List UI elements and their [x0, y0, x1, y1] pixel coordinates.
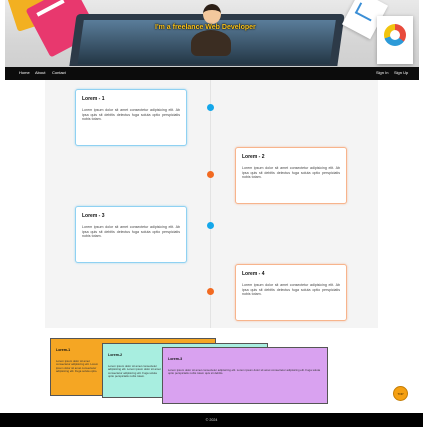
scroll-to-top-label: TOP [397, 391, 404, 396]
timeline-card-title: Lorem - 3 [82, 213, 105, 219]
stack-card-text: Lorem ipsum dolor sit amet consectetur a… [108, 364, 161, 379]
stack-card-violet[interactable]: Lorem-3 Lorem ipsum dolor sit amet conse… [162, 347, 328, 404]
stacked-cards-section: Lorem-1 Lorem ipsum dolor sit amet conse… [45, 328, 378, 412]
timeline-dot [207, 104, 214, 111]
hero-tagline: I'm a freelance Web Developer [155, 24, 256, 31]
footer-copyright: © 2024 [205, 418, 218, 422]
timeline-card-text: Lorem ipsum dolor sit amet consectetur a… [242, 166, 340, 180]
stack-card-title: Lorem-3 [168, 357, 183, 361]
timeline-card: Lorem - 1 Lorem ipsum dolor sit amet con… [75, 89, 187, 146]
scroll-to-top-button[interactable]: TOP [393, 386, 408, 401]
stack-card-text: Lorem ipsum dolor sit amet consectetur a… [168, 368, 321, 376]
hero-banner: I'm a freelance Web Developer [5, 0, 419, 67]
timeline-dot [207, 222, 214, 229]
timeline-card-title: Lorem - 1 [82, 96, 105, 102]
timeline-card-text: Lorem ipsum dolor sit amet consectetur a… [82, 108, 180, 122]
nav-sign-in-link[interactable]: Sign In [376, 70, 388, 75]
timeline-card-title: Lorem - 4 [242, 271, 265, 277]
plant-illustration [191, 30, 231, 56]
timeline-card-text: Lorem ipsum dolor sit amet consectetur a… [242, 283, 340, 297]
timeline-dot [207, 288, 214, 295]
nav-home-link[interactable]: Home [19, 70, 30, 75]
top-navbar: Home About Contact Sign In Sign Up [5, 67, 419, 80]
nav-contact-link[interactable]: Contact [52, 70, 66, 75]
avatar [203, 4, 221, 24]
timeline-card: Lorem - 3 Lorem ipsum dolor sit amet con… [75, 206, 187, 263]
nav-about-link[interactable]: About [35, 70, 45, 75]
page-footer: © 2024 [0, 413, 423, 427]
timeline-card: Lorem - 4 Lorem ipsum dolor sit amet con… [235, 264, 347, 321]
donut-chart-icon [384, 24, 406, 46]
timeline-section: Lorem - 1 Lorem ipsum dolor sit amet con… [45, 80, 378, 328]
timeline-dot [207, 171, 214, 178]
timeline-card-title: Lorem - 2 [242, 154, 265, 160]
nav-sign-up-link[interactable]: Sign Up [394, 70, 408, 75]
timeline-card-text: Lorem ipsum dolor sit amet consectetur a… [82, 225, 180, 239]
stack-card-text: Lorem ipsum dolor sit amet consectetur a… [56, 359, 99, 374]
timeline-card: Lorem - 2 Lorem ipsum dolor sit amet con… [235, 147, 347, 204]
